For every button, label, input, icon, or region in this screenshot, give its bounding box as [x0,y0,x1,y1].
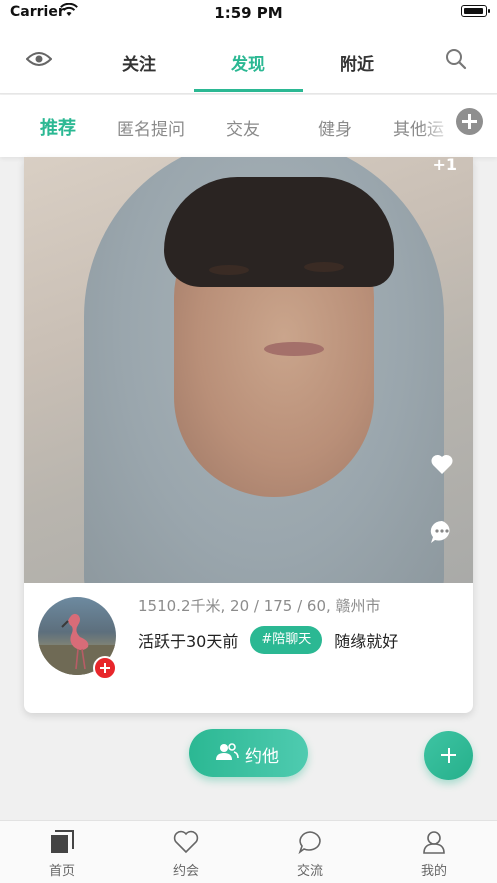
profile-photo[interactable]: +1 [24,157,473,583]
tab-profile-label: 我的 [420,864,447,879]
add-post-button[interactable] [424,731,473,780]
tab-dates-label: 约会 [172,864,199,879]
status-bar: Carrier 1:59 PM [0,0,497,26]
tab-discover[interactable]: 发现 [208,50,288,75]
search-icon[interactable] [445,48,467,70]
tab-chat-label: 交流 [296,864,323,879]
last-active-text: 活跃于30天前 [138,632,239,651]
heart-outline-icon [173,830,199,854]
category-anonymous-question[interactable]: 匿名提问 [117,115,185,140]
date-him-button[interactable]: 约他 [189,729,308,777]
tab-follow[interactable]: 关注 [99,50,179,75]
tab-home[interactable]: 首页 [0,821,124,883]
chat-icon [298,831,321,855]
category-recommend[interactable]: 推荐 [40,114,76,140]
category-nav: 推荐 匿名提问 交友 健身 其他运 [0,95,497,157]
active-tab-indicator [194,89,303,92]
clock: 1:59 PM [214,4,283,22]
category-fitness[interactable]: 健身 [318,115,352,140]
tab-dates[interactable]: 约会 [124,821,248,883]
tab-nearby[interactable]: 附近 [317,50,397,75]
interest-tag[interactable]: #陪聊天 [250,626,323,654]
battery-icon [461,5,490,17]
people-icon [216,743,239,760]
heart-icon[interactable] [430,453,454,475]
profile-icon [423,831,445,854]
eye-icon[interactable] [26,48,52,70]
photo-count-badge: +1 [432,157,457,174]
comment-icon[interactable] [429,519,455,545]
mood-text: 随缘就好 [334,632,399,651]
tab-profile[interactable]: 我的 [372,821,496,883]
top-nav: 关注 发现 附近 [0,26,497,94]
tab-home-label: 首页 [48,864,75,879]
tab-chat[interactable]: 交流 [248,821,372,883]
category-friends[interactable]: 交友 [226,115,260,140]
user-stats: 1510.2千米, 20 / 175 / 60, 赣州市 [138,597,381,615]
date-button-label: 约他 [245,747,279,767]
add-circle-icon[interactable] [456,108,483,135]
home-icon [51,830,74,853]
follow-plus-icon[interactable] [93,656,117,680]
profile-card[interactable]: +1 1510.2千米, 20 / 175 / 60, 赣州市 活跃于30天前 … [24,157,473,713]
bottom-tab-bar: 首页 约会 交流 我的 [0,820,497,883]
